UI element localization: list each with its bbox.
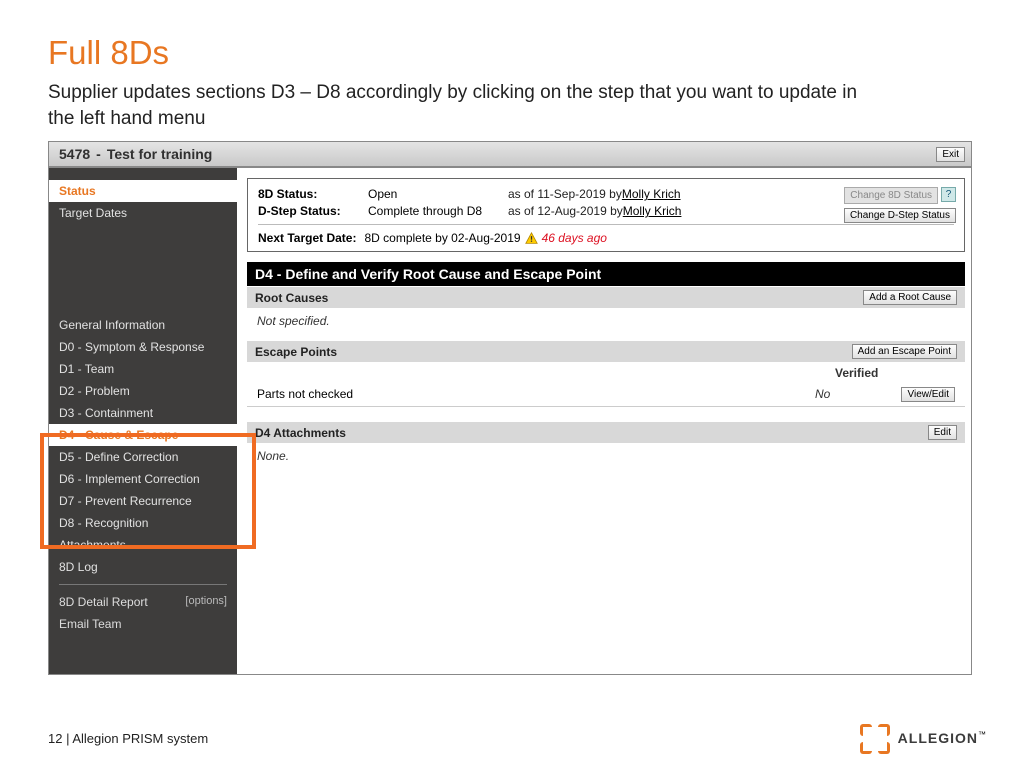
status-dstep-label: D-Step Status: xyxy=(258,204,368,218)
allegion-logo-text: ALLEGION xyxy=(898,730,978,746)
record-name: Test for training xyxy=(107,146,213,162)
sidebar-item-d7[interactable]: D7 - Prevent Recurrence xyxy=(49,490,237,512)
sidebar-item-d5[interactable]: D5 - Define Correction xyxy=(49,446,237,468)
escape-point-verified: No xyxy=(815,387,895,401)
app-title: 5478 - Test for training xyxy=(59,146,212,162)
edit-attachments-button[interactable]: Edit xyxy=(928,425,957,440)
sidebar-report-label: 8D Detail Report xyxy=(59,595,148,609)
root-causes-label: Root Causes xyxy=(255,291,328,305)
sidebar-item-d8[interactable]: D8 - Recognition xyxy=(49,512,237,534)
escape-points-columns: Verified xyxy=(247,362,965,382)
slide-footer: 12 | Allegion PRISM system xyxy=(48,731,208,746)
sidebar-item-d2[interactable]: D2 - Problem xyxy=(49,380,237,402)
warning-icon xyxy=(525,232,538,245)
d4-attachments-header: D4 Attachments Edit xyxy=(247,421,965,443)
sidebar-report-options[interactable]: [options] xyxy=(185,595,227,607)
status-dstep-user-link[interactable]: Molly Krich xyxy=(623,204,682,218)
allegion-logo: ALLEGION™ xyxy=(860,724,986,754)
sidebar-link-email[interactable]: Email Team xyxy=(49,613,237,635)
sidebar-item-d3[interactable]: D3 - Containment xyxy=(49,402,237,424)
sidebar-item-log[interactable]: 8D Log xyxy=(49,556,237,578)
view-edit-button[interactable]: View/Edit xyxy=(901,387,955,402)
sidebar: Status Target Dates General Information … xyxy=(49,168,237,674)
exit-button[interactable]: Exit xyxy=(936,147,965,162)
status-dstep-asof: as of 12-Aug-2019 by xyxy=(508,204,623,218)
change-8d-status-button: Change 8D Status xyxy=(844,187,938,204)
status-divider xyxy=(258,224,954,225)
status-8d-label: 8D Status: xyxy=(258,187,368,201)
change-dstep-status-button[interactable]: Change D-Step Status xyxy=(844,208,956,223)
status-panel: Change 8D Status ? Change D-Step Status … xyxy=(247,178,965,252)
attachments-empty: None. xyxy=(257,449,289,463)
slide-title: Full 8Ds xyxy=(48,34,976,72)
content-area: Change 8D Status ? Change D-Step Status … xyxy=(237,168,971,674)
allegion-logo-mark xyxy=(860,724,890,754)
root-causes-empty: Not specified. xyxy=(257,314,330,328)
sidebar-item-d4[interactable]: D4 - Cause & Escape xyxy=(49,424,237,446)
escape-points-header: Escape Points Add an Escape Point xyxy=(247,340,965,362)
status-8d-user-link[interactable]: Molly Krich xyxy=(622,187,681,201)
sidebar-link-report[interactable]: 8D Detail Report [options] xyxy=(49,591,237,613)
slide-subtitle: Supplier updates sections D3 – D8 accord… xyxy=(48,80,868,131)
sidebar-tab-target-dates[interactable]: Target Dates xyxy=(49,202,237,224)
sidebar-item-d1[interactable]: D1 - Team xyxy=(49,358,237,380)
d4-section-header: D4 - Define and Verify Root Cause and Es… xyxy=(247,262,965,286)
d4-attachments-label: D4 Attachments xyxy=(255,426,346,440)
sidebar-item-d6[interactable]: D6 - Implement Correction xyxy=(49,468,237,490)
add-root-cause-button[interactable]: Add a Root Cause xyxy=(863,290,957,305)
add-escape-point-button[interactable]: Add an Escape Point xyxy=(852,344,957,359)
title-dash: - xyxy=(96,146,101,162)
record-id: 5478 xyxy=(59,146,90,162)
help-icon[interactable]: ? xyxy=(941,187,956,202)
sidebar-item-attachments[interactable]: Attachments xyxy=(49,534,237,556)
sidebar-item-general[interactable]: General Information xyxy=(49,314,237,336)
status-8d-value: Open xyxy=(368,187,508,201)
root-causes-header: Root Causes Add a Root Cause xyxy=(247,286,965,308)
app-titlebar: 5478 - Test for training Exit xyxy=(49,142,971,168)
escape-points-label: Escape Points xyxy=(255,345,337,359)
escape-point-row: Parts not checked No View/Edit xyxy=(247,382,965,407)
next-target-label: Next Target Date: xyxy=(258,231,356,245)
next-target-value: 8D complete by 02-Aug-2019 xyxy=(364,231,520,245)
next-target-overdue: 46 days ago xyxy=(542,231,607,245)
app-window: 5478 - Test for training Exit Status Tar… xyxy=(48,141,972,675)
sidebar-divider xyxy=(59,584,227,585)
escape-point-name: Parts not checked xyxy=(257,387,815,401)
status-8d-asof: as of 11-Sep-2019 by xyxy=(508,187,622,201)
sidebar-item-d0[interactable]: D0 - Symptom & Response xyxy=(49,336,237,358)
sidebar-tab-status[interactable]: Status xyxy=(49,180,237,202)
verified-column: Verified xyxy=(835,366,955,380)
trademark-icon: ™ xyxy=(978,730,986,739)
status-dstep-value: Complete through D8 xyxy=(368,204,508,218)
